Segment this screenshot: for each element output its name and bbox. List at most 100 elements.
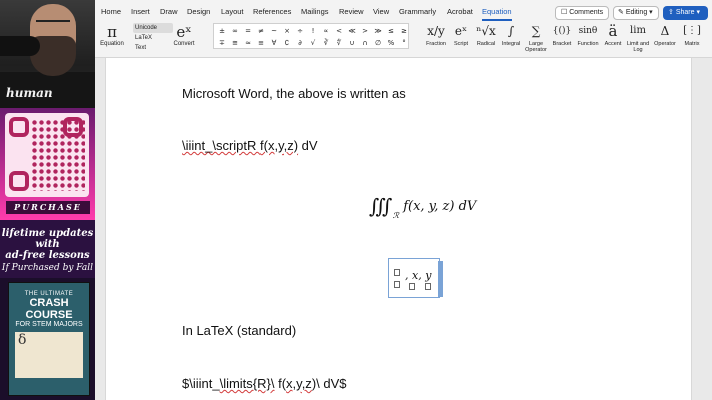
symbol-item[interactable]: ≥ — [398, 25, 410, 37]
limit-log-button[interactable]: lim Limit and Log — [625, 21, 651, 53]
matrix-button[interactable]: [⋮] Matrix — [679, 21, 705, 47]
symbol-item[interactable]: ∅ — [372, 37, 384, 49]
symbol-item[interactable]: ∛ — [320, 37, 332, 49]
bracket-icon: {()} — [552, 26, 572, 36]
placeholder-box-icon[interactable] — [394, 281, 400, 288]
symbol-item[interactable]: ≫ — [372, 25, 384, 37]
symbol-item[interactable]: ≡ — [255, 37, 267, 49]
microphone — [0, 36, 40, 56]
equation-tools: π Equation Unicode LaTeX Text eˣ Convert… — [95, 21, 712, 58]
equation-handle[interactable] — [438, 261, 443, 297]
symbol-item[interactable]: = — [242, 25, 254, 37]
symbol-item[interactable]: ∀ — [268, 37, 280, 49]
tab-design[interactable]: Design — [187, 5, 210, 19]
accent-label: Accent — [604, 41, 622, 47]
symbol-item[interactable]: √ — [307, 37, 319, 49]
function-button[interactable]: sinθ Function — [575, 21, 601, 47]
qr-code[interactable] — [5, 113, 89, 197]
equation-editor-box[interactable]: , x, y — [388, 258, 443, 298]
symbol-item[interactable]: ∪ — [346, 37, 358, 49]
paragraph-latex-syntax[interactable]: $\iiint_\limits{R}\ f(x,y,z)\ dV$ — [182, 376, 347, 391]
pencil-icon: ✎ — [618, 9, 626, 16]
structures-group: x/y Fraction eˣ Script ⁿ√x Radical ∫ Int… — [423, 21, 711, 58]
paragraph-intro[interactable]: Microsoft Word, the above is written as — [182, 86, 406, 101]
option-unicode[interactable]: Unicode — [133, 23, 173, 33]
lifetime-line-1: lifetime updates with — [1, 228, 94, 250]
lifetime-line-2: ad-free lessons — [5, 250, 90, 261]
word-syntax-dv: dV — [298, 138, 318, 153]
accent-icon: ä — [608, 22, 618, 40]
convert-button[interactable]: eˣ Convert — [171, 23, 197, 48]
accent-button[interactable]: ä Accent — [601, 21, 625, 47]
tab-home[interactable]: Home — [101, 5, 121, 19]
tab-grammarly[interactable]: Grammarly — [399, 5, 436, 19]
placeholder-box-icon[interactable] — [394, 269, 400, 276]
editing-button[interactable]: ✎ Editing ▾ — [613, 6, 659, 20]
symbol-item[interactable]: ! — [307, 25, 319, 37]
chevron-down-icon: ▾ — [647, 9, 653, 16]
conversion-options: Unicode LaTeX Text — [133, 23, 173, 53]
symbol-item[interactable]: ≠ — [255, 25, 267, 37]
symbol-item[interactable]: ∂ — [294, 37, 306, 49]
promo-sidebar: human PURCHASE lifetime updates with ad-… — [0, 0, 95, 400]
latex-syntax-end: )\ dV$ — [311, 376, 347, 391]
tab-references[interactable]: References — [253, 5, 291, 19]
limit-log-label: Limit and Log — [626, 41, 650, 53]
tab-layout[interactable]: Layout — [221, 5, 244, 19]
script-button[interactable]: eˣ Script — [449, 21, 473, 47]
symbol-gallery: ± ∞ = ≠ ~ × ÷ ! ∝ < ≪ > ≫ ≤ ≥ ∓ ≅ ≈ ≡ ∀ — [213, 23, 409, 49]
lifetime-line-3: If Purchased by Fall — [1, 263, 94, 273]
paragraph-latex-heading[interactable]: In LaTeX (standard) — [182, 323, 296, 338]
integral-button[interactable]: ∫ Integral — [499, 21, 523, 47]
symbol-item[interactable]: ~ — [268, 25, 280, 37]
fraction-button[interactable]: x/y Fraction — [423, 21, 449, 47]
tab-insert[interactable]: Insert — [131, 5, 150, 19]
limit-icon: lim — [630, 25, 646, 36]
bracket-label: Bracket — [552, 41, 572, 47]
placeholder-box-icon[interactable] — [425, 283, 431, 290]
fraction-label: Fraction — [426, 41, 446, 47]
operator-button[interactable]: Δ Operator — [651, 21, 679, 47]
radical-button[interactable]: ⁿ√x Radical — [473, 21, 499, 47]
operator-icon: Δ — [660, 24, 670, 38]
symbol-item[interactable]: ∩ — [359, 37, 371, 49]
bracket-button[interactable]: {()} Bracket — [549, 21, 575, 47]
large-operator-button[interactable]: ∑ Large Operator — [523, 21, 549, 53]
tab-review[interactable]: Review — [339, 5, 364, 19]
document-canvas[interactable]: Microsoft Word, the above is written as … — [95, 58, 712, 400]
symbol-item[interactable]: ≈ — [242, 37, 254, 49]
symbol-item[interactable]: < — [333, 25, 345, 37]
document-page[interactable]: Microsoft Word, the above is written as … — [105, 58, 692, 400]
equation-button[interactable]: π Equation — [99, 23, 125, 48]
tab-mailings[interactable]: Mailings — [301, 5, 329, 19]
symbol-item[interactable]: ≅ — [229, 37, 241, 49]
symbol-item[interactable]: ± — [216, 25, 228, 37]
symbol-item[interactable]: ∞ — [229, 25, 241, 37]
comments-button[interactable]: ☐ Comments — [555, 6, 609, 20]
symbol-item[interactable]: ° — [398, 37, 410, 49]
chevron-down-icon: ▾ — [694, 9, 700, 16]
comments-label: Comments — [569, 9, 604, 16]
placeholder-box-icon[interactable] — [409, 283, 415, 290]
share-button[interactable]: ⇪ Share ▾ — [663, 6, 708, 20]
option-latex[interactable]: LaTeX — [133, 33, 173, 43]
tab-view[interactable]: View — [373, 5, 389, 19]
symbol-item[interactable]: ∝ — [320, 25, 332, 37]
option-text[interactable]: Text — [133, 43, 173, 53]
latex-syntax-vars: x,y,z — [286, 376, 312, 391]
tab-equation[interactable]: Equation — [482, 5, 512, 21]
tab-draw[interactable]: Draw — [160, 5, 178, 19]
rendered-equation[interactable]: ∭ℛ f(x, y, z) dV — [369, 191, 476, 220]
symbol-item[interactable]: ≪ — [346, 25, 358, 37]
symbol-item[interactable]: > — [359, 25, 371, 37]
share-icon: ⇪ — [668, 9, 676, 16]
symbol-item[interactable]: ∁ — [281, 37, 293, 49]
tab-acrobat[interactable]: Acrobat — [447, 5, 473, 19]
symbol-item[interactable]: ÷ — [294, 25, 306, 37]
symbol-item[interactable]: ∓ — [216, 37, 228, 49]
symbol-item[interactable]: × — [281, 25, 293, 37]
paragraph-word-syntax[interactable]: \iiint_\scriptR f(x,y,z) dV — [182, 138, 318, 153]
symbol-item[interactable]: ≤ — [385, 25, 397, 37]
symbol-item[interactable]: % — [385, 37, 397, 49]
symbol-item[interactable]: ∜ — [333, 37, 345, 49]
